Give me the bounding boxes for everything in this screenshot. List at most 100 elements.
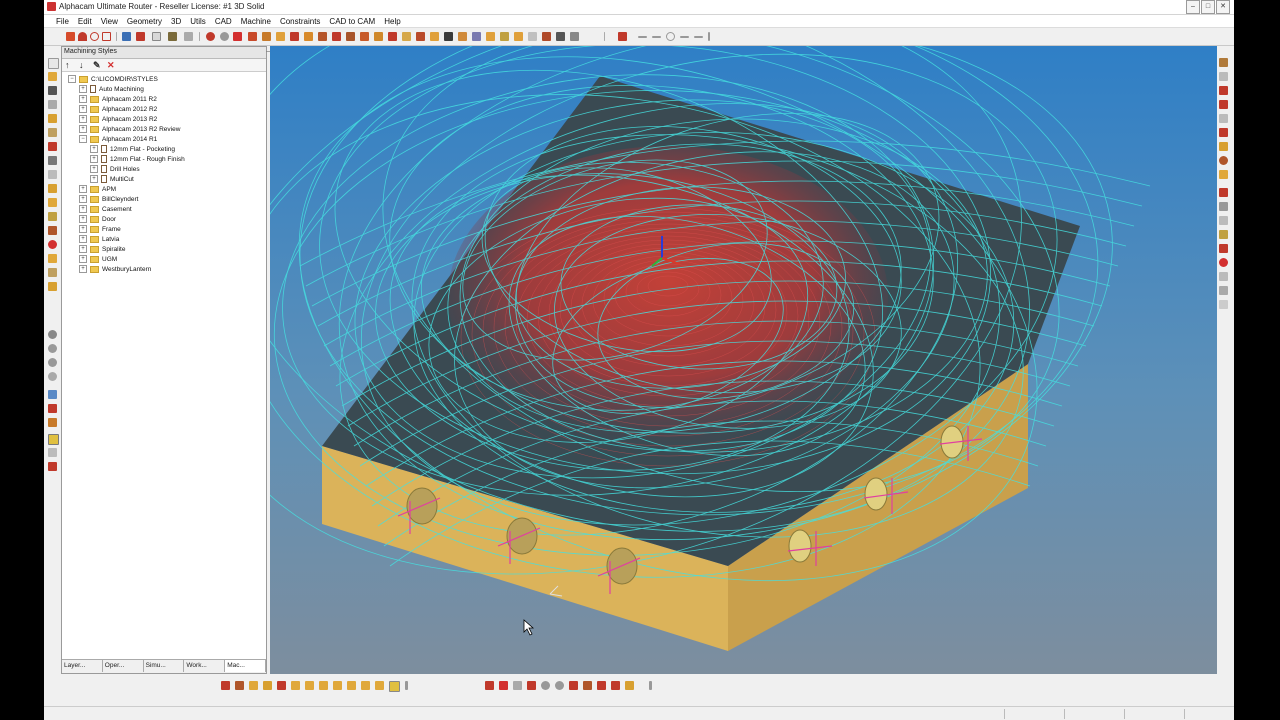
sim-step-icon[interactable] bbox=[527, 681, 536, 690]
view-front-icon[interactable] bbox=[235, 681, 244, 690]
cut-icon[interactable] bbox=[48, 114, 57, 123]
tree-style-item[interactable]: +12mm Flat - Rough Finish bbox=[90, 154, 185, 164]
menu-cad[interactable]: CAD bbox=[215, 17, 232, 26]
tree-folder[interactable]: + Alphacam 2013 R2 bbox=[79, 114, 157, 124]
sim-tool-icon[interactable] bbox=[583, 681, 592, 690]
snap-icon[interactable] bbox=[514, 32, 523, 41]
print-icon[interactable] bbox=[48, 100, 57, 109]
redo-icon[interactable] bbox=[220, 32, 229, 41]
surface-icon[interactable] bbox=[1219, 156, 1228, 165]
measure-angle-icon[interactable] bbox=[694, 36, 703, 38]
sim-solid-icon[interactable] bbox=[597, 681, 606, 690]
tree-style-item[interactable]: + Drill Holes bbox=[90, 164, 140, 174]
3d-viewport[interactable] bbox=[270, 46, 1217, 674]
move-icon[interactable] bbox=[248, 32, 257, 41]
zoom-icon[interactable] bbox=[570, 32, 579, 41]
style-icon[interactable] bbox=[48, 226, 57, 235]
delete-style-icon[interactable]: ✕ bbox=[107, 60, 115, 70]
toolpath-icon[interactable] bbox=[48, 254, 57, 263]
extend-icon[interactable] bbox=[318, 32, 327, 41]
tool-change-icon[interactable] bbox=[1219, 216, 1228, 225]
shade-icon[interactable] bbox=[48, 434, 59, 445]
simulate-icon[interactable] bbox=[48, 282, 57, 291]
view-iso3-icon[interactable] bbox=[333, 681, 342, 690]
lead-in-icon[interactable] bbox=[1219, 230, 1228, 239]
tree-folder[interactable]: + APM bbox=[79, 184, 116, 194]
sim-redraw-icon[interactable] bbox=[541, 681, 550, 690]
expander-icon[interactable]: + bbox=[90, 145, 98, 153]
output-icon[interactable] bbox=[1219, 286, 1228, 295]
expander-icon[interactable]: + bbox=[79, 105, 87, 113]
post-icon[interactable] bbox=[1219, 272, 1228, 281]
tree-style-item[interactable]: +12mm Flat - Pocketing bbox=[90, 144, 175, 154]
workplane-icon[interactable] bbox=[618, 32, 627, 41]
zoom-in-icon[interactable] bbox=[48, 344, 57, 353]
contour-icon[interactable] bbox=[1219, 100, 1228, 109]
tab-machining-styles[interactable]: Mac... bbox=[225, 660, 266, 672]
stop-op-icon[interactable] bbox=[1219, 258, 1228, 267]
menu-view[interactable]: View bbox=[101, 17, 118, 26]
tree-folder[interactable]: + BillCleyndert bbox=[79, 194, 139, 204]
view-iso1-icon[interactable] bbox=[305, 681, 314, 690]
view-iso2-icon[interactable] bbox=[319, 681, 328, 690]
view-plane-icon[interactable] bbox=[361, 681, 370, 690]
minimize-button[interactable]: – bbox=[1186, 0, 1200, 14]
engrave-icon[interactable] bbox=[1219, 128, 1228, 137]
expander-icon[interactable]: + bbox=[79, 225, 87, 233]
rough-finish-icon[interactable] bbox=[1219, 72, 1228, 81]
view-iso4-icon[interactable] bbox=[347, 681, 356, 690]
fillet-icon[interactable] bbox=[346, 32, 355, 41]
stop-icon[interactable] bbox=[48, 240, 57, 249]
array-icon[interactable] bbox=[416, 32, 425, 41]
sim-start-icon[interactable] bbox=[485, 681, 494, 690]
menu-file[interactable]: File bbox=[56, 17, 69, 26]
menu-edit[interactable]: Edit bbox=[78, 17, 92, 26]
close-button[interactable]: ✕ bbox=[1216, 0, 1230, 14]
expander-icon[interactable]: + bbox=[90, 155, 98, 163]
view-fit-icon[interactable] bbox=[375, 681, 384, 690]
delete-icon[interactable] bbox=[233, 32, 242, 41]
measure-vertical-icon[interactable] bbox=[708, 32, 710, 41]
list-icon[interactable] bbox=[48, 198, 57, 207]
tree-folder[interactable]: + Alphacam 2011 R2 bbox=[79, 94, 157, 104]
measure-icon[interactable] bbox=[458, 32, 467, 41]
zoom-out-icon[interactable] bbox=[48, 358, 57, 367]
expander-icon[interactable]: + bbox=[79, 265, 87, 273]
tree-folder[interactable]: + Latvia bbox=[79, 234, 119, 244]
view-iso-icon[interactable] bbox=[48, 390, 57, 399]
nc-icon[interactable] bbox=[48, 268, 57, 277]
view-left-icon[interactable] bbox=[263, 681, 272, 690]
sim-rotate-icon[interactable] bbox=[555, 681, 564, 690]
layers-icon[interactable] bbox=[48, 212, 57, 221]
hatch-icon[interactable] bbox=[500, 32, 509, 41]
save-icon[interactable] bbox=[48, 86, 57, 95]
menu-3d[interactable]: 3D bbox=[171, 17, 181, 26]
expander-icon[interactable]: + bbox=[79, 185, 87, 193]
tree-style-item[interactable]: + Auto Machining bbox=[79, 84, 144, 94]
tree-folder[interactable]: − C:\LICOMDIR\STYLES bbox=[68, 74, 158, 84]
find-icon[interactable] bbox=[48, 170, 57, 179]
tab-operations[interactable]: Oper... bbox=[103, 660, 144, 672]
edit-icon[interactable]: ✎ bbox=[93, 60, 101, 70]
expander-icon[interactable]: + bbox=[79, 125, 87, 133]
new-icon[interactable] bbox=[48, 58, 59, 69]
scale-icon[interactable] bbox=[402, 32, 411, 41]
tool-icon[interactable] bbox=[556, 32, 565, 41]
view-3d-icon[interactable] bbox=[48, 404, 57, 413]
tree-folder[interactable]: + UGM bbox=[79, 254, 117, 264]
maximize-button[interactable]: □ bbox=[1201, 0, 1215, 14]
open-icon[interactable] bbox=[48, 72, 57, 81]
measure-point-icon[interactable] bbox=[652, 36, 661, 38]
expander-icon[interactable]: + bbox=[79, 85, 87, 93]
grid-icon[interactable] bbox=[528, 32, 537, 41]
break-icon[interactable] bbox=[332, 32, 341, 41]
hide-icon[interactable] bbox=[48, 462, 57, 471]
tab-workplanes[interactable]: Work... bbox=[184, 660, 226, 672]
offset-icon[interactable] bbox=[360, 32, 369, 41]
sim-pause-icon[interactable] bbox=[513, 681, 522, 690]
measure-line-icon[interactable] bbox=[638, 36, 647, 38]
nest-icon[interactable] bbox=[1219, 244, 1228, 253]
3d-machining-icon[interactable] bbox=[1219, 170, 1228, 179]
paste-icon[interactable] bbox=[48, 128, 57, 137]
expander-icon[interactable]: + bbox=[90, 175, 98, 183]
